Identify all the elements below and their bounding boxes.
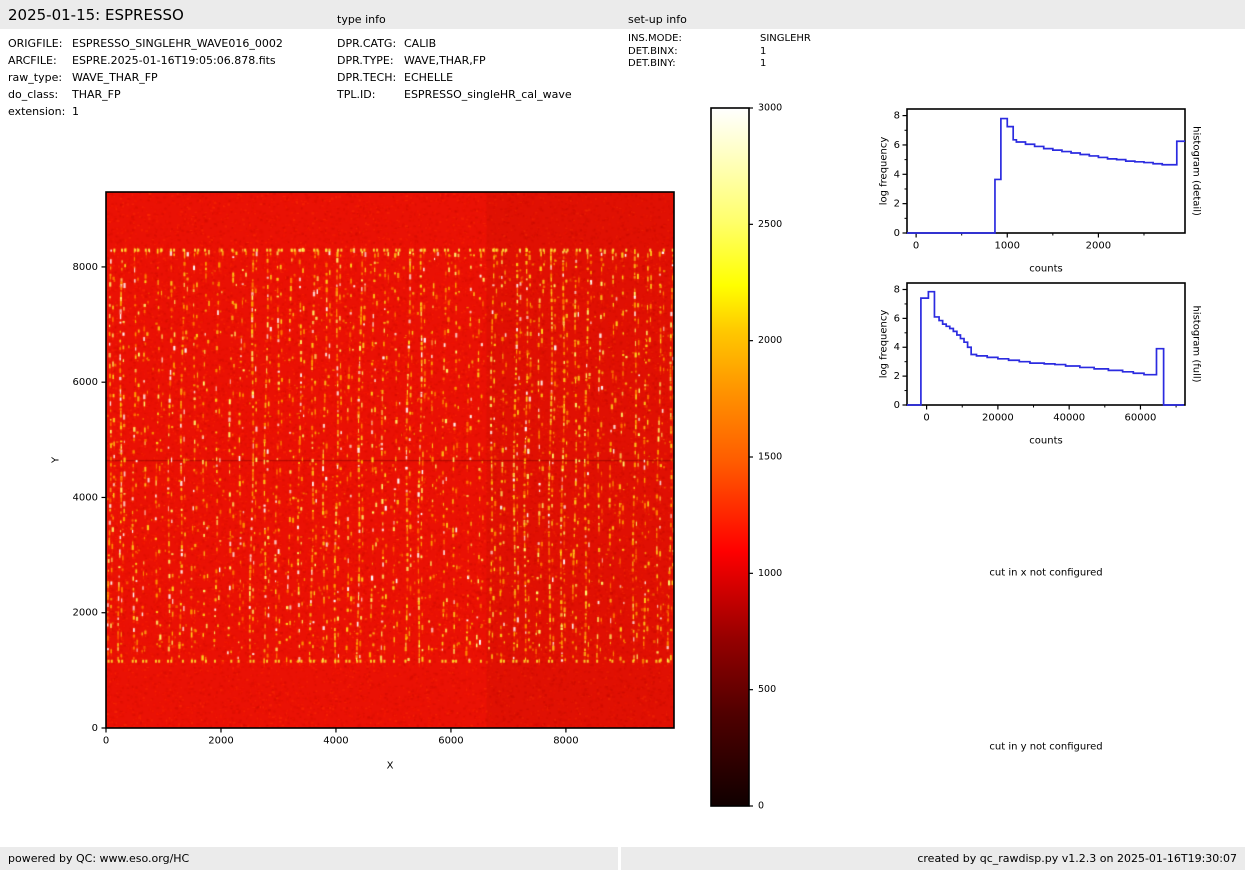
svg-text:4: 4 [894, 342, 900, 353]
main-yaxis-label: Y [51, 457, 62, 463]
svg-text:8: 8 [894, 284, 900, 295]
meta-row: DET.BINY:1 [628, 58, 811, 71]
meta-value: ESPRESSO_SINGLEHR_WAVE016_0002 [72, 37, 283, 50]
svg-text:6000: 6000 [438, 735, 463, 746]
svg-text:40000: 40000 [1053, 412, 1085, 423]
meta-row: DPR.CATG:CALIB [337, 35, 572, 52]
svg-text:500: 500 [758, 684, 776, 695]
meta-label: TPL.ID: [337, 86, 404, 103]
svg-text:6: 6 [894, 313, 900, 324]
meta-value: THAR_FP [72, 88, 121, 101]
meta-label: do_class: [8, 86, 72, 103]
meta-value: WAVE,THAR,FP [404, 54, 486, 67]
type-info-block: DPR.CATG:CALIB DPR.TYPE:WAVE,THAR,FP DPR… [337, 35, 572, 103]
svg-text:2500: 2500 [758, 219, 782, 230]
main-xaxis-label: X [387, 761, 394, 772]
svg-text:8: 8 [894, 111, 900, 122]
hist-full-xaxis-label: counts [1029, 436, 1062, 447]
meta-value: 1 [72, 105, 79, 118]
svg-text:0: 0 [758, 801, 764, 812]
meta-label: DPR.TECH: [337, 69, 404, 86]
svg-text:2000: 2000 [73, 608, 98, 619]
meta-row: ARCFILE:ESPRE.2025-01-16T19:05:06.878.fi… [8, 52, 283, 69]
meta-label: INS.MODE: [628, 33, 760, 46]
svg-text:4000: 4000 [323, 735, 348, 746]
colorbar-gradient [711, 108, 749, 806]
svg-text:8000: 8000 [73, 262, 98, 273]
file-info-block: ORIGFILE:ESPRESSO_SINGLEHR_WAVE016_0002 … [8, 35, 283, 120]
section-label-type-info: type info [337, 13, 386, 26]
meta-value: ECHELLE [404, 71, 453, 84]
svg-text:0: 0 [894, 228, 900, 239]
svg-text:3000: 3000 [758, 103, 782, 114]
svg-text:4000: 4000 [73, 492, 98, 503]
svg-text:1000: 1000 [995, 240, 1020, 251]
hist-detail-title: histogram (detail) [1191, 126, 1202, 216]
page-title: 2025-01-15: ESPRESSO [8, 6, 184, 24]
svg-text:4: 4 [894, 169, 900, 180]
svg-text:8000: 8000 [553, 735, 578, 746]
meta-label: ARCFILE: [8, 52, 72, 69]
svg-text:2: 2 [894, 371, 900, 382]
svg-text:2000: 2000 [208, 735, 233, 746]
meta-value: 1 [760, 46, 766, 57]
meta-value: WAVE_THAR_FP [72, 71, 158, 84]
meta-row: raw_type:WAVE_THAR_FP [8, 69, 283, 86]
hist-full-title: histogram (full) [1191, 305, 1202, 382]
svg-text:2000: 2000 [758, 335, 782, 346]
hist-full-yaxis-label: log frequency [879, 310, 890, 379]
meta-row: ORIGFILE:ESPRESSO_SINGLEHR_WAVE016_0002 [8, 35, 283, 52]
meta-row: DPR.TYPE:WAVE,THAR,FP [337, 52, 572, 69]
meta-label: ORIGFILE: [8, 35, 72, 52]
svg-text:0: 0 [923, 412, 929, 423]
hist-detail-xaxis-label: counts [1029, 264, 1062, 275]
meta-row: TPL.ID:ESPRESSO_singleHR_cal_wave [337, 86, 572, 103]
qc-rawdisp-page: 2025-01-15: ESPRESSO type info set-up in… [0, 0, 1245, 870]
meta-row: INS.MODE:SINGLEHR [628, 33, 811, 46]
meta-row: extension:1 [8, 103, 283, 120]
raw-frame-heatmap [106, 192, 674, 728]
svg-text:2000: 2000 [1086, 240, 1111, 251]
footer-created-by: created by qc_rawdisp.py v1.2.3 on 2025-… [917, 852, 1237, 865]
meta-value: ESPRESSO_singleHR_cal_wave [404, 88, 572, 101]
svg-text:0: 0 [894, 400, 900, 411]
title-band [0, 0, 1245, 29]
meta-row: DET.BINX:1 [628, 46, 811, 59]
meta-label: DPR.CATG: [337, 35, 404, 52]
meta-label: DET.BINX: [628, 46, 760, 59]
cut-x-status-text: cut in x not configured [989, 568, 1102, 579]
svg-text:0: 0 [92, 723, 98, 734]
svg-text:6: 6 [894, 140, 900, 151]
svg-text:1000: 1000 [758, 568, 782, 579]
svg-text:1500: 1500 [758, 452, 782, 463]
hist-detail-yaxis-label: log frequency [879, 137, 890, 206]
svg-text:0: 0 [103, 735, 109, 746]
section-label-setup-info: set-up info [628, 13, 687, 26]
svg-text:6000: 6000 [73, 377, 98, 388]
meta-label: raw_type: [8, 69, 72, 86]
meta-value: CALIB [404, 37, 436, 50]
meta-value: ESPRE.2025-01-16T19:05:06.878.fits [72, 54, 276, 67]
svg-text:60000: 60000 [1125, 412, 1157, 423]
meta-label: extension: [8, 103, 72, 120]
cut-y-status-text: cut in y not configured [989, 742, 1102, 753]
svg-text:20000: 20000 [982, 412, 1014, 423]
svg-text:2: 2 [894, 199, 900, 210]
footer-powered-by: powered by QC: www.eso.org/HC [8, 852, 189, 865]
meta-value: SINGLEHR [760, 33, 811, 44]
meta-value: 1 [760, 58, 766, 69]
svg-text:0: 0 [913, 240, 919, 251]
meta-label: DPR.TYPE: [337, 52, 404, 69]
setup-info-block: INS.MODE:SINGLEHR DET.BINX:1 DET.BINY:1 [628, 33, 811, 71]
meta-row: do_class:THAR_FP [8, 86, 283, 103]
meta-row: DPR.TECH:ECHELLE [337, 69, 572, 86]
meta-label: DET.BINY: [628, 58, 760, 71]
